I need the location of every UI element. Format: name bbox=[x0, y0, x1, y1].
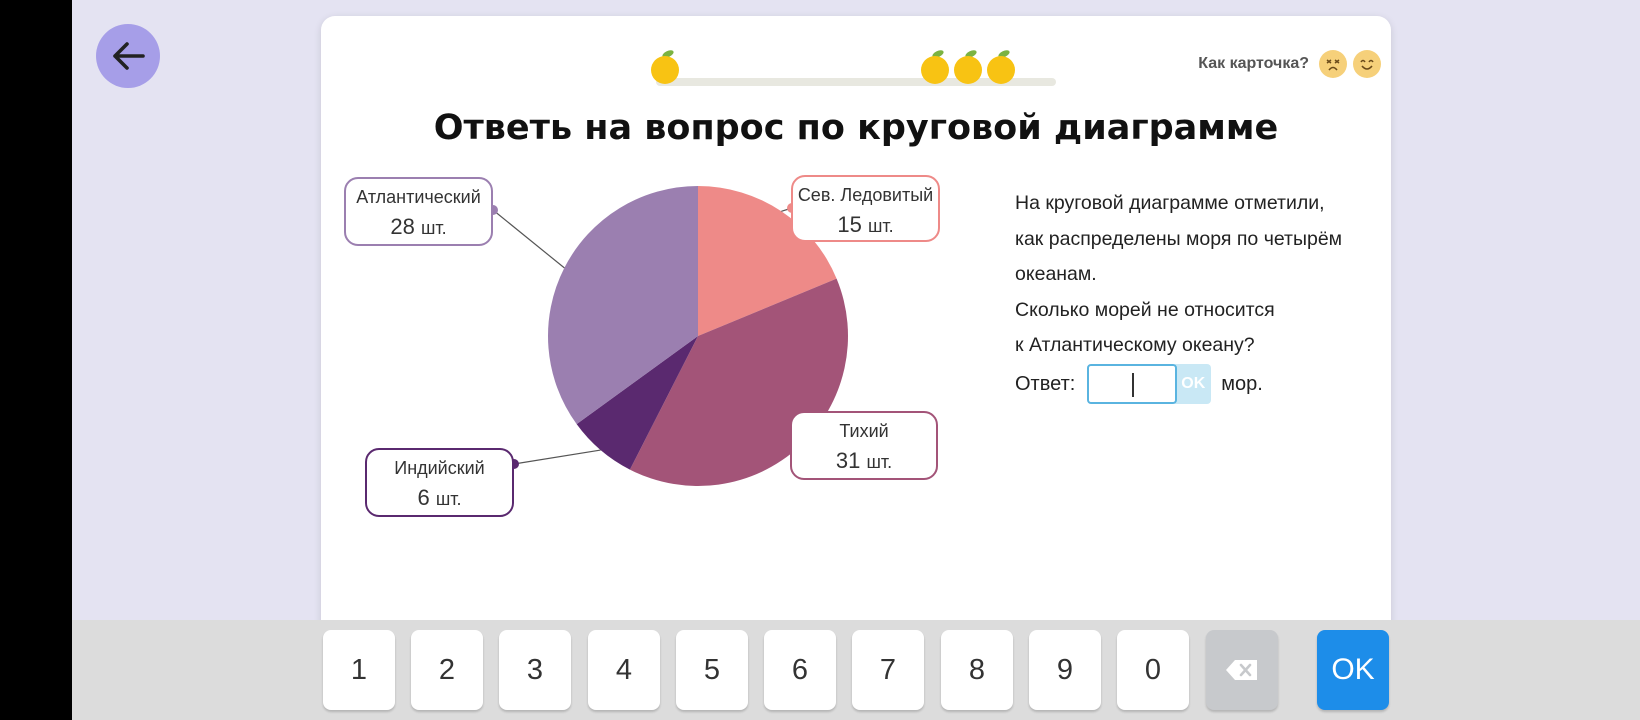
backspace-key[interactable] bbox=[1206, 630, 1278, 710]
rating-label: Как карточка? bbox=[1198, 55, 1309, 72]
slice-name: Тихий bbox=[839, 421, 889, 441]
question-line: к Атлантическому океану? bbox=[1015, 334, 1255, 356]
slice-label-indian: Индийский 6 шт. bbox=[365, 448, 514, 517]
back-button[interactable] bbox=[96, 24, 160, 88]
question-card: Как карточка? Ответь на вопрос по кругов… bbox=[321, 16, 1391, 720]
key-3[interactable]: 3 bbox=[499, 630, 571, 710]
key-2[interactable]: 2 bbox=[411, 630, 483, 710]
answer-input[interactable] bbox=[1087, 364, 1178, 404]
slice-label-arctic: Сев. Ледовитый 15 шт. bbox=[791, 175, 940, 242]
slice-name: Сев. Ледовитый bbox=[797, 185, 934, 205]
keyboard-ok-button[interactable]: OK bbox=[1317, 630, 1389, 710]
answer-row: Ответ: OK мор. bbox=[1015, 364, 1263, 404]
leader-line bbox=[513, 449, 601, 465]
slice-value: 31 bbox=[835, 448, 861, 473]
slice-name: Индийский bbox=[394, 458, 485, 478]
key-8[interactable]: 8 bbox=[941, 630, 1013, 710]
question-line: как распределены моря по четырём bbox=[1015, 227, 1343, 250]
text-caret bbox=[1132, 373, 1135, 397]
arrow-left-icon bbox=[113, 42, 145, 70]
app-screen: Как карточка? Ответь на вопрос по кругов… bbox=[72, 0, 1640, 720]
slice-unit: шт. bbox=[420, 218, 447, 238]
key-0[interactable]: 0 bbox=[1117, 630, 1189, 710]
key-7[interactable]: 7 bbox=[852, 630, 924, 710]
key-5[interactable]: 5 bbox=[676, 630, 748, 710]
slice-value: 28 bbox=[390, 214, 415, 239]
slice-label-atlantic: Атлантический 28 шт. bbox=[344, 177, 493, 246]
leader-line bbox=[492, 209, 565, 269]
key-4[interactable]: 4 bbox=[588, 630, 660, 710]
slice-value: 15 bbox=[837, 212, 862, 237]
answer-unit: мор. bbox=[1221, 372, 1263, 395]
question-line: Сколько морей не относится bbox=[1015, 298, 1275, 321]
slice-unit: шт. bbox=[866, 452, 893, 472]
slice-name: Атлантический bbox=[356, 187, 481, 207]
slice-unit: шт. bbox=[867, 216, 894, 236]
answer-ok-button[interactable]: OK bbox=[1175, 364, 1212, 404]
slice-value: 6 bbox=[417, 485, 430, 510]
slice-label-pacific: Тихий 31 шт. bbox=[790, 411, 938, 480]
slice-unit: шт. bbox=[435, 489, 462, 509]
question-text: На круговой диаграмме отметили, как расп… bbox=[1015, 186, 1375, 364]
key-1[interactable]: 1 bbox=[323, 630, 395, 710]
sad-face-icon[interactable] bbox=[1319, 50, 1347, 78]
question-line: На круговой диаграмме отметили, bbox=[1015, 192, 1325, 214]
backspace-icon bbox=[1226, 660, 1257, 680]
card-rating: Как карточка? bbox=[1198, 50, 1381, 78]
question-line: океанам. bbox=[1015, 263, 1097, 285]
key-9[interactable]: 9 bbox=[1029, 630, 1101, 710]
smile-face-icon[interactable] bbox=[1353, 50, 1381, 78]
key-6[interactable]: 6 bbox=[764, 630, 836, 710]
answer-label: Ответ: bbox=[1015, 372, 1076, 395]
numeric-keyboard: 1 2 3 4 5 6 7 8 9 0 OK bbox=[72, 620, 1640, 720]
